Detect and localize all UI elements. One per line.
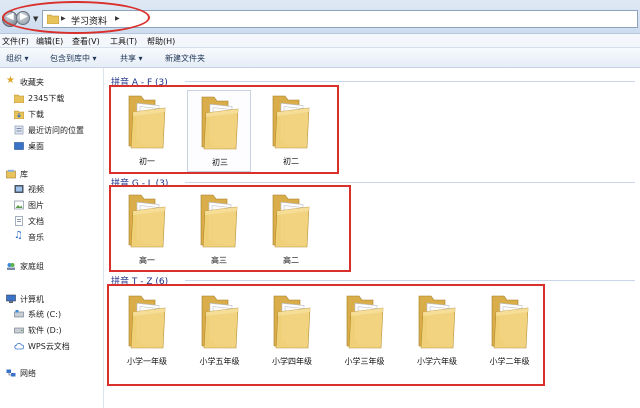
folder-label: 小学三年级: [344, 357, 385, 366]
folder-item[interactable]: 小学一年级: [115, 290, 179, 372]
star-icon: ★: [6, 75, 15, 86]
folder-icon: [491, 295, 528, 349]
homegroup-icon: [7, 263, 15, 270]
desktop-icon: [14, 142, 24, 150]
menu-edit[interactable]: 编辑(E): [36, 36, 63, 47]
folder-icon: [14, 94, 24, 103]
folder-item[interactable]: 高二: [259, 189, 323, 271]
address-bar-row: ◀ ▶ ▼ ▶ 学习资料 ▶: [0, 0, 640, 34]
folder-item[interactable]: 小学五年级: [188, 290, 252, 372]
folder-label: 小学四年级: [272, 357, 312, 366]
hard-drive-icon: [14, 327, 24, 334]
navigation-pane: ★ 收藏夹 2345下载 下载 最近访问的位置 桌面 库 视频 图片 文档 ♫ …: [0, 68, 104, 408]
folder-label: 小学一年级: [127, 357, 167, 366]
breadcrumb-separator-icon[interactable]: ▶: [115, 15, 120, 22]
folder-item[interactable]: 初一: [115, 90, 179, 172]
folder-label: 小学五年级: [199, 357, 240, 366]
share-button[interactable]: 共享 ▾: [120, 53, 143, 64]
folder-label: 高三: [211, 256, 227, 265]
folder-icon: [346, 295, 383, 349]
folder-icon: [272, 95, 310, 149]
folder-label: 初三: [212, 158, 228, 167]
group-divider: [185, 182, 635, 183]
menu-bar: 文件(F) 编辑(E) 查看(V) 工具(T) 帮助(H): [0, 34, 640, 48]
folder-item[interactable]: 小学六年级: [405, 290, 469, 372]
folder-item[interactable]: 小学四年级: [260, 290, 324, 372]
forward-button[interactable]: ▶: [16, 11, 30, 25]
pictures-library-icon: [14, 200, 24, 210]
folder-icon: [47, 14, 59, 24]
menu-tools[interactable]: 工具(T): [110, 36, 137, 47]
breadcrumb-current-folder[interactable]: 学习资料: [71, 14, 107, 27]
folder-icon: [128, 295, 166, 349]
folder-item[interactable]: 高一: [115, 189, 179, 271]
system-drive-icon: [14, 310, 24, 318]
folder-icon: [418, 295, 456, 349]
folder-icon: [272, 194, 310, 248]
breadcrumb-separator-icon[interactable]: ▶: [61, 15, 66, 22]
documents-library-icon: [15, 216, 23, 226]
include-in-library-button[interactable]: 包含到库中 ▾: [50, 53, 97, 64]
folder-icon: [128, 95, 166, 149]
folder-label: 初二: [283, 157, 299, 166]
command-toolbar: 组织 ▾ 包含到库中 ▾ 共享 ▾ 新建文件夹: [0, 48, 640, 68]
new-folder-button[interactable]: 新建文件夹: [165, 53, 205, 64]
video-library-icon: [14, 185, 24, 193]
folder-icon: [128, 194, 166, 248]
folder-item[interactable]: 小学三年级: [333, 290, 397, 372]
network-icon: [6, 369, 16, 377]
folder-icon: [201, 96, 239, 150]
folder-label: 初一: [139, 157, 155, 166]
folder-label: 小学六年级: [417, 357, 457, 366]
folder-icon: [200, 194, 238, 248]
downloads-folder-icon: [14, 110, 24, 119]
folder-label: 高二: [283, 256, 299, 265]
forward-arrow-icon: ▶: [20, 11, 28, 22]
folder-item[interactable]: 高三: [187, 189, 251, 271]
group-divider: [185, 280, 635, 281]
back-arrow-icon: ◀: [6, 11, 14, 22]
folder-label: 小学二年级: [489, 357, 530, 366]
address-input[interactable]: ▶ 学习资料 ▶: [42, 10, 638, 28]
folder-item[interactable]: 小学二年级: [478, 290, 542, 372]
folder-label: 高一: [139, 256, 155, 265]
library-icon: [6, 169, 16, 179]
recent-pages-dropdown-icon[interactable]: ▼: [33, 15, 38, 23]
music-note-icon: ♫: [14, 230, 23, 241]
folder-icon: [201, 295, 238, 349]
group-divider: [185, 81, 635, 82]
menu-file[interactable]: 文件(F): [2, 36, 29, 47]
folder-item[interactable]: 初三: [187, 90, 251, 172]
folder-icon: [273, 295, 311, 349]
cloud-icon: [14, 343, 24, 350]
folder-item[interactable]: 初二: [259, 90, 323, 172]
organize-button[interactable]: 组织 ▾: [6, 53, 29, 64]
menu-view[interactable]: 查看(V): [72, 36, 100, 47]
menu-help[interactable]: 帮助(H): [147, 36, 175, 47]
recent-places-icon: [14, 125, 24, 135]
file-list-pane: 拼音 A - F (3) 拼音 G - L (3) 拼音 T - Z (6) 初…: [105, 68, 640, 408]
computer-icon: [6, 294, 16, 303]
